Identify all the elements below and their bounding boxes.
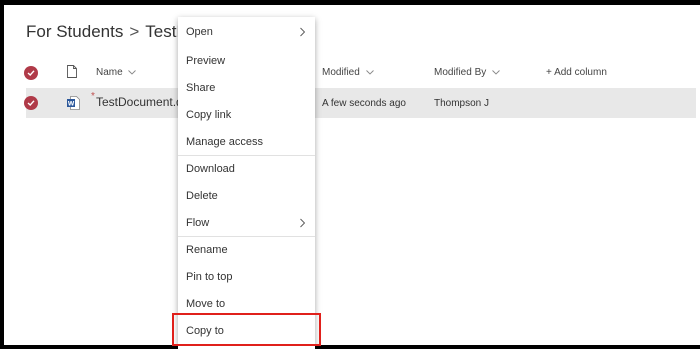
chevron-down-icon	[128, 70, 137, 75]
menu-item-download[interactable]: Download	[178, 155, 315, 182]
column-name-label: Name	[96, 67, 123, 78]
menu-item-flow[interactable]: Flow	[178, 209, 315, 236]
chevron-down-icon	[492, 70, 500, 75]
copy-to-highlight-box	[172, 313, 321, 346]
word-file-icon: W	[67, 96, 80, 110]
menu-item-move-to-label: Move to	[186, 297, 226, 310]
svg-text:W: W	[68, 101, 75, 108]
menu-item-pin-to-top-label: Pin to top	[186, 270, 233, 283]
window-frame	[0, 0, 700, 349]
list-header: Name Modified Modified By + Add column	[20, 58, 696, 88]
file-modified-by[interactable]: Thompson J	[434, 98, 489, 109]
menu-item-copy-link-label: Copy link	[186, 108, 232, 121]
new-file-indicator: *	[91, 91, 95, 102]
select-all-checkbox[interactable]	[24, 66, 38, 80]
column-modified-label: Modified	[322, 67, 360, 78]
breadcrumb-separator: >	[129, 22, 140, 41]
menu-item-open-label: Open	[186, 26, 213, 38]
column-header-name[interactable]: Name	[96, 67, 137, 78]
context-menu: Open Preview Share Copy link Manage acce…	[178, 17, 315, 349]
column-header-modified[interactable]: Modified	[322, 67, 374, 78]
menu-item-manage-access[interactable]: Manage access	[178, 128, 315, 155]
add-column-button[interactable]: + Add column	[546, 67, 607, 78]
checkmark-icon	[27, 100, 35, 106]
menu-item-rename[interactable]: Rename	[178, 236, 315, 263]
chevron-down-icon	[365, 70, 374, 75]
menu-item-delete[interactable]: Delete	[178, 182, 315, 209]
column-header-modified-by[interactable]: Modified By	[434, 67, 500, 78]
menu-item-rename-label: Rename	[186, 243, 228, 256]
document-icon	[67, 65, 77, 81]
menu-item-open[interactable]: Open	[178, 17, 315, 47]
menu-item-manage-access-label: Manage access	[186, 135, 264, 148]
chevron-right-icon	[300, 27, 305, 37]
menu-item-preview-label: Preview	[186, 54, 226, 67]
breadcrumb-parent[interactable]: For Students	[26, 22, 123, 41]
chevron-right-icon	[300, 218, 305, 227]
menu-item-copy-link[interactable]: Copy link	[178, 101, 315, 128]
menu-item-flow-label: Flow	[186, 216, 210, 229]
breadcrumb: For Students > TestFol	[26, 22, 200, 42]
table-row[interactable]: W * TestDocument.do A few seconds ago Th…	[24, 88, 696, 118]
file-name[interactable]: TestDocument.do	[96, 95, 178, 109]
checkmark-icon	[27, 70, 35, 76]
menu-item-preview[interactable]: Preview	[178, 47, 315, 74]
column-modified-by-label: Modified By	[434, 67, 487, 78]
file-modified: A few seconds ago	[322, 98, 406, 109]
row-checkbox[interactable]	[24, 96, 38, 110]
menu-item-download-label: Download	[186, 162, 235, 175]
menu-item-pin-to-top[interactable]: Pin to top	[178, 263, 315, 290]
menu-item-delete-label: Delete	[186, 189, 218, 202]
menu-item-share-label: Share	[186, 81, 216, 94]
menu-item-share[interactable]: Share	[178, 74, 315, 101]
